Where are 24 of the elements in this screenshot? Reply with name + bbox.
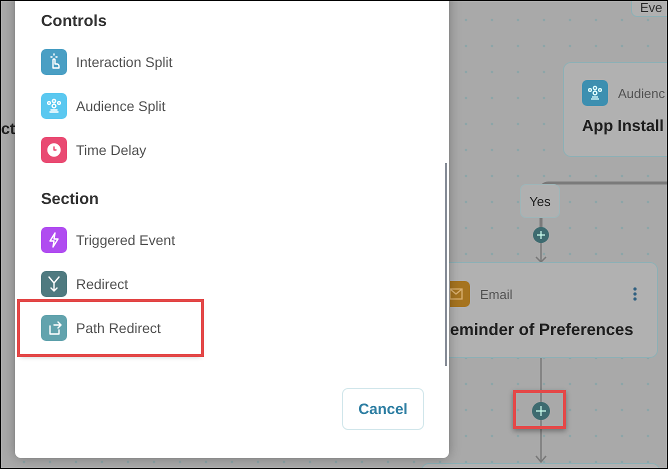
node-card[interactable]: Audienc App Install bbox=[563, 62, 667, 157]
more-options-icon[interactable] bbox=[633, 287, 637, 301]
add-icon[interactable] bbox=[532, 402, 550, 420]
node-card[interactable]: Eve bbox=[631, 1, 667, 17]
node-title: App Install bbox=[582, 118, 665, 136]
node-type: Email bbox=[480, 286, 513, 302]
branch-label: Yes bbox=[520, 184, 560, 218]
palette-item[interactable]: Triggered Event bbox=[41, 227, 341, 253]
node-type: Audienc bbox=[618, 86, 665, 100]
palette-item[interactable]: Audience Split bbox=[41, 93, 341, 119]
section-heading: Controls bbox=[41, 12, 108, 32]
palette-item[interactable]: Redirect bbox=[41, 271, 341, 297]
add-icon[interactable] bbox=[533, 227, 549, 243]
audience-icon bbox=[582, 80, 608, 106]
palette-item[interactable]: Interaction Split bbox=[41, 49, 341, 75]
scrollbar[interactable] bbox=[445, 163, 447, 366]
section-heading: Section bbox=[41, 190, 100, 210]
palette-item[interactable]: Time Delay bbox=[41, 137, 341, 163]
arrow-drawing bbox=[535, 243, 547, 263]
node-title: eminder of Preferences bbox=[450, 321, 634, 340]
cancel-button[interactable]: Cancel bbox=[342, 388, 424, 430]
palette-item[interactable]: Path Redirect bbox=[20, 302, 201, 354]
envelope-icon bbox=[450, 281, 470, 307]
cut-text: ct bbox=[1, 121, 16, 139]
